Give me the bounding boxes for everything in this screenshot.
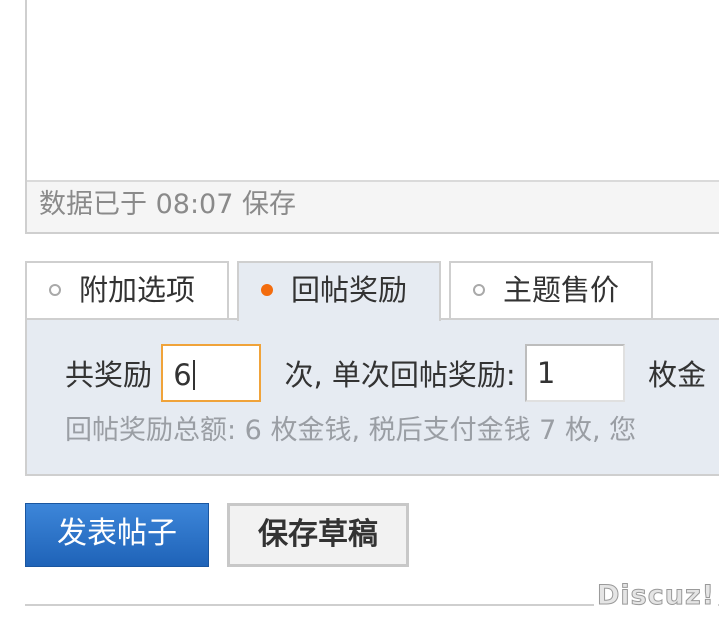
save-draft-button[interactable]: 保存草稿 — [227, 503, 409, 567]
text-caret — [192, 360, 195, 390]
active-dot-icon — [261, 284, 273, 296]
tab-reply-reward[interactable]: 回帖奖励 — [237, 261, 441, 321]
autosave-status: 数据已于 08:07 保存 — [27, 180, 719, 232]
tab-thread-price[interactable]: 主题售价 — [449, 261, 653, 319]
radio-dot-icon — [473, 284, 485, 296]
reward-times-input[interactable]: 6 — [161, 344, 262, 402]
reward-times-value: 6 — [173, 358, 192, 392]
reward-settings-row: 共奖励 6 次, 单次回帖奖励: 1 枚金 — [65, 344, 706, 402]
reward-total-label: 共奖励 — [65, 358, 153, 392]
tab-label: 主题售价 — [503, 273, 620, 307]
tab-label: 回帖奖励 — [291, 273, 408, 307]
radio-dot-icon — [49, 284, 61, 296]
reward-per-label: 次, 单次回帖奖励: — [284, 358, 516, 392]
tab-extra-options[interactable]: 附加选项 — [25, 261, 229, 319]
post-thread-button[interactable]: 发表帖子 — [25, 503, 209, 567]
reward-summary: 回帖奖励总额: 6 枚金钱, 税后支付金钱 7 枚, 您 — [65, 415, 637, 446]
editor-area[interactable]: 数据已于 08:07 保存 — [25, 0, 719, 234]
reward-per-input[interactable]: 1 — [524, 344, 625, 402]
reward-unit-label: 枚金 — [648, 358, 707, 392]
tab-label: 附加选项 — [79, 273, 196, 307]
reply-reward-panel: 共奖励 6 次, 单次回帖奖励: 1 枚金 回帖奖励总额: 6 枚金钱, 税后支… — [25, 318, 719, 476]
discuz-logo: Discuz! — [594, 580, 718, 612]
